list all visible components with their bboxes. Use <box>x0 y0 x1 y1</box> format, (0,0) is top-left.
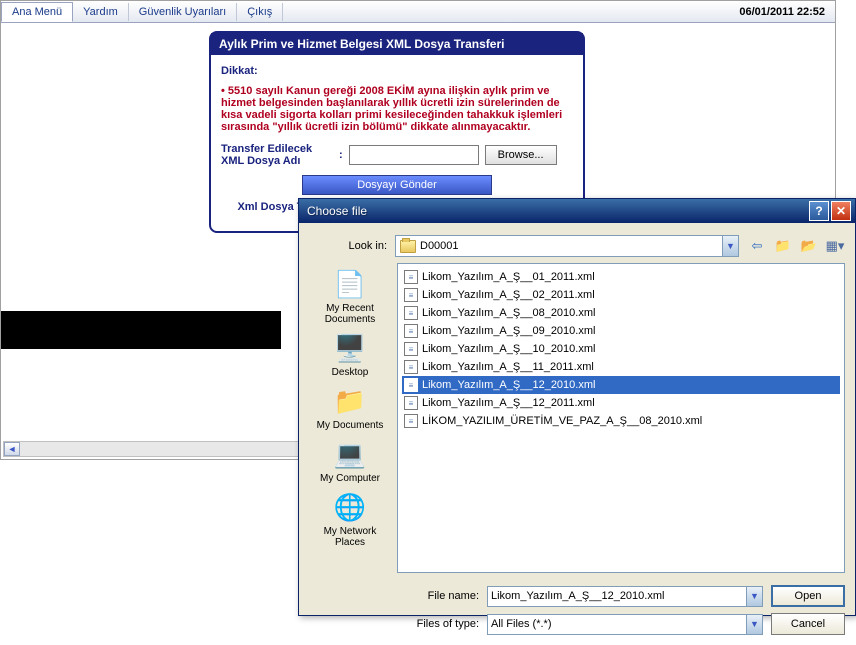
place-label: My Documents <box>317 420 384 431</box>
file-item[interactable]: ≡ Likom_Yazılım_A_Ş__11_2011.xml <box>402 358 840 376</box>
my-recent-documents[interactable]: 📄My Recent Documents <box>309 267 391 325</box>
file-name: LİKOM_YAZILIM_ÜRETİM_VE_PAZ_A_Ş__08_2010… <box>422 415 702 427</box>
places-bar: 📄My Recent Documents 🖥️ Desktop 📁 My Documen… <box>309 263 391 573</box>
xml-file-icon: ≡ <box>404 414 418 428</box>
menu-guvenlik[interactable]: Güvenlik Uyarıları <box>129 3 237 21</box>
warning-text: 5510 sayılı Kanun gereği 2008 EKİM ayına… <box>221 85 562 133</box>
close-icon[interactable]: ✕ <box>831 201 851 221</box>
my-recent-documents-icon: 📄 <box>333 267 367 301</box>
chevron-down-icon[interactable]: ▼ <box>746 615 762 634</box>
file-name: Likom_Yazılım_A_Ş__12_2010.xml <box>422 379 595 391</box>
xml-file-icon: ≡ <box>404 324 418 338</box>
folder-icon <box>400 240 416 253</box>
my-computer[interactable]: 💻 My Computer <box>320 437 380 484</box>
file-name: Likom_Yazılım_A_Ş__09_2010.xml <box>422 325 595 337</box>
place-label: Desktop <box>332 367 369 378</box>
file-item[interactable]: ≡ Likom_Yazılım_A_Ş__02_2011.xml <box>402 286 840 304</box>
open-button[interactable]: Open <box>771 585 845 607</box>
place-label: My Recent Documents <box>309 303 391 325</box>
file-name: Likom_Yazılım_A_Ş__11_2011.xml <box>422 361 594 373</box>
place-label: My Computer <box>320 473 380 484</box>
file-name: Likom_Yazılım_A_Ş__08_2010.xml <box>422 307 595 319</box>
top-menu-bar: Ana Menü Yardım Güvenlik Uyarıları Çıkış… <box>1 1 835 23</box>
views-icon[interactable]: ▦▾ <box>825 236 845 256</box>
chevron-down-icon[interactable]: ▼ <box>746 587 762 606</box>
file-item[interactable]: ≡ Likom_Yazılım_A_Ş__09_2010.xml <box>402 322 840 340</box>
file-list[interactable]: ≡ Likom_Yazılım_A_Ş__01_2011.xml ≡ Likom_Ya… <box>397 263 845 573</box>
dikkat-label: Dikkat: <box>221 65 258 77</box>
file-path-input[interactable] <box>349 145 479 165</box>
panel-title: Aylık Prim ve Hizmet Belgesi XML Dosya T… <box>211 33 583 55</box>
place-label: My Network Places <box>309 526 391 548</box>
file-item[interactable]: ≡ Likom_Yazılım_A_Ş__12_2010.xml <box>402 376 840 394</box>
file-item[interactable]: ≡ Likom_Yazılım_A_Ş__08_2010.xml <box>402 304 840 322</box>
file-name: Likom_Yazılım_A_Ş__12_2011.xml <box>422 397 595 409</box>
file-name: Likom_Yazılım_A_Ş__10_2010.xml <box>422 343 595 355</box>
up-icon[interactable]: 📁 <box>773 236 793 256</box>
my-computer-icon: 💻 <box>333 437 367 471</box>
lookin-value: D00001 <box>420 240 459 252</box>
xml-file-icon: ≡ <box>404 342 418 356</box>
lookin-label: Look in: <box>309 240 387 252</box>
file-name: Likom_Yazılım_A_Ş__02_2011.xml <box>422 289 595 301</box>
file-name: Likom_Yazılım_A_Ş__01_2011.xml <box>422 271 595 283</box>
my-network-places-icon: 🌐 <box>333 490 367 524</box>
dialog-titlebar[interactable]: Choose file ? ✕ <box>299 199 855 223</box>
filetype-combo[interactable]: All Files (*.*) ▼ <box>487 614 763 635</box>
desktop-icon: 🖥️ <box>333 331 367 365</box>
back-icon[interactable]: ⇦ <box>747 236 767 256</box>
filetype-label: Files of type: <box>309 618 479 630</box>
my-documents-icon: 📁 <box>333 384 367 418</box>
file-item[interactable]: ≡ Likom_Yazılım_A_Ş__01_2011.xml <box>402 268 840 286</box>
browse-button[interactable]: Browse... <box>485 145 557 165</box>
transfer-label: Transfer Edilecek XML Dosya Adı <box>221 143 333 167</box>
xml-file-icon: ≡ <box>404 360 418 374</box>
filename-input[interactable]: Likom_Yazılım_A_Ş__12_2010.xml ▼ <box>487 586 763 607</box>
menu-cikis[interactable]: Çıkış <box>237 3 283 21</box>
menu-yardim[interactable]: Yardım <box>73 3 129 21</box>
clock: 06/01/2011 22:52 <box>739 6 835 18</box>
chevron-down-icon[interactable]: ▼ <box>722 236 738 256</box>
menu-ana-menu[interactable]: Ana Menü <box>1 2 73 22</box>
embedded-black-strip <box>1 311 281 349</box>
lookin-combo[interactable]: D00001 ▼ <box>395 235 739 257</box>
desktop[interactable]: 🖥️ Desktop <box>332 331 369 378</box>
send-button[interactable]: Dosyayı Gönder <box>302 175 492 195</box>
filename-value: Likom_Yazılım_A_Ş__12_2010.xml <box>491 590 664 602</box>
xml-file-icon: ≡ <box>404 378 418 392</box>
new-folder-icon[interactable]: 📂 <box>799 236 819 256</box>
file-item[interactable]: ≡ LİKOM_YAZILIM_ÜRETİM_VE_PAZ_A_Ş__08_201… <box>402 412 840 430</box>
filetype-value: All Files (*.*) <box>491 618 552 630</box>
xml-file-icon: ≡ <box>404 288 418 302</box>
my-network-places[interactable]: 🌐My Network Places <box>309 490 391 548</box>
filename-label: File name: <box>309 590 479 602</box>
help-icon[interactable]: ? <box>809 201 829 221</box>
scroll-left-button[interactable]: ◄ <box>4 442 20 456</box>
xml-file-icon: ≡ <box>404 396 418 410</box>
file-open-dialog: Choose file ? ✕ Look in: D00001 ▼ ⇦ 📁 📂 … <box>298 198 856 616</box>
xml-file-icon: ≡ <box>404 270 418 284</box>
my-documents[interactable]: 📁 My Documents <box>317 384 384 431</box>
file-item[interactable]: ≡ Likom_Yazılım_A_Ş__12_2011.xml <box>402 394 840 412</box>
file-item[interactable]: ≡ Likom_Yazılım_A_Ş__10_2010.xml <box>402 340 840 358</box>
xml-file-icon: ≡ <box>404 306 418 320</box>
dialog-title: Choose file <box>307 204 807 218</box>
cancel-button[interactable]: Cancel <box>771 613 845 635</box>
